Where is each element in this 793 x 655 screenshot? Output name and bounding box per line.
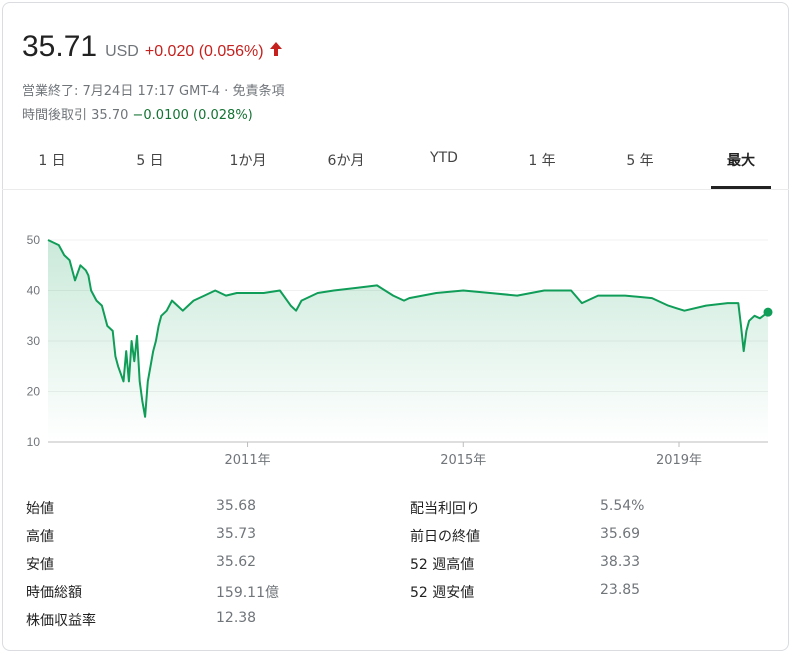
stat-pe-ratio: 株価収益率 12.38 xyxy=(26,610,257,629)
after-hours-price: 35.70 xyxy=(91,108,129,123)
stat-open: 始値 35.68 xyxy=(26,498,257,517)
stat-mkt-cap: 時価総額 159.11億 xyxy=(26,585,279,601)
tab-1y[interactable]: 1 年 xyxy=(512,150,572,188)
y-tick-label: 20 xyxy=(27,385,41,399)
tab-max[interactable]: 最大 xyxy=(711,150,771,189)
tab-1m[interactable]: 1か月 xyxy=(218,150,278,188)
price-change: +0.020 (0.056%) xyxy=(144,43,264,60)
tab-6m[interactable]: 6か月 xyxy=(316,150,376,188)
after-hours-label: 時間後取引 xyxy=(22,108,88,123)
y-tick-label: 50 xyxy=(27,233,41,247)
arrow-up-icon xyxy=(269,41,282,60)
y-tick-label: 30 xyxy=(27,334,41,348)
stat-high: 高値 35.73 xyxy=(26,526,257,545)
price-chart[interactable]: 10 20 30 40 50 2011年 2015年 2019年 xyxy=(0,220,793,480)
range-tabs: 1 日 5 日 1か月 6か月 YTD 1 年 5 年 最大 xyxy=(2,146,789,190)
currency-label: USD xyxy=(105,43,139,60)
stat-52w-low: 52 週安値 23.85 xyxy=(410,582,641,601)
x-tick-label: 2015年 xyxy=(440,453,486,468)
x-tick-label: 2011年 xyxy=(225,453,271,468)
y-tick-label: 40 xyxy=(27,284,41,298)
tab-5d[interactable]: 5 日 xyxy=(120,150,180,188)
tab-5y[interactable]: 5 年 xyxy=(610,150,670,188)
tab-1d[interactable]: 1 日 xyxy=(22,150,82,188)
after-hours-row: 時間後取引 35.70 −0.0100 (0.028%) xyxy=(22,104,253,123)
market-status: 営業終了: 7月24日 17:17 GMT-4 · 免責条項 xyxy=(22,84,285,99)
last-price-dot xyxy=(763,307,773,317)
stat-div-yield: 配当利回り 5.54% xyxy=(410,498,645,517)
current-price: 35.71 xyxy=(22,30,98,63)
tab-ytd[interactable]: YTD xyxy=(414,150,474,188)
y-tick-label: 10 xyxy=(27,435,41,449)
stat-low: 安値 35.62 xyxy=(26,554,257,573)
stat-prev-close: 前日の終値 35.69 xyxy=(410,526,641,545)
price-header: 35.71 USD +0.020 (0.056%) xyxy=(22,30,282,64)
after-hours-change: −0.0100 (0.028%) xyxy=(132,108,253,123)
stat-52w-high: 52 週高値 38.33 xyxy=(410,554,641,573)
x-tick-label: 2019年 xyxy=(656,453,702,468)
